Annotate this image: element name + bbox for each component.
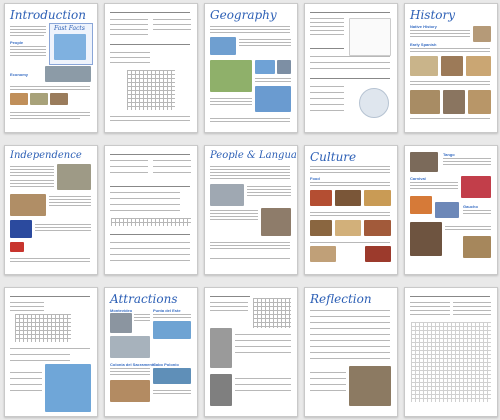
page-independence-questions[interactable]: [104, 145, 198, 275]
food-photo: [310, 246, 336, 262]
page-reflection[interactable]: Reflection: [304, 287, 398, 417]
soccer-player-photo: [45, 364, 91, 412]
page-culture[interactable]: Culture Food: [304, 145, 398, 275]
page-title: Attractions: [110, 292, 178, 306]
page-geography-questions[interactable]: [304, 3, 398, 133]
page-independence[interactable]: Independence: [4, 145, 98, 275]
photo: [463, 236, 491, 258]
page-word-search[interactable]: [404, 287, 498, 417]
word-search-grid[interactable]: [411, 322, 491, 402]
flag-image: [10, 220, 32, 238]
photo: [466, 56, 491, 76]
section-early-spanish-label: Early Spanish: [410, 42, 437, 47]
section-carnival-label: Carnival: [410, 176, 426, 181]
uruguay-map-image: [54, 34, 86, 60]
section-tango-label: Tango: [443, 152, 455, 157]
page-title: History: [410, 8, 456, 22]
photo: [30, 93, 48, 105]
monument-photo: [210, 328, 232, 368]
page-history[interactable]: History Native History Early Spanish: [404, 3, 498, 133]
food-photo: [310, 220, 332, 236]
river-photo: [255, 86, 291, 112]
photo: [410, 90, 440, 114]
city-photo: [110, 313, 132, 333]
building-photo: [57, 164, 91, 190]
photo: [277, 60, 291, 74]
section-people-label: People: [10, 40, 24, 45]
flag-image: [10, 242, 24, 252]
page-attractions-questions[interactable]: [204, 287, 298, 417]
word-scramble-grid[interactable]: [111, 218, 191, 226]
landscape-photo: [210, 60, 252, 92]
photo: [435, 202, 459, 218]
page-title: Introduction: [10, 8, 86, 22]
page-culture-continued[interactable]: Tango Carnival Gaucho: [404, 145, 498, 275]
food-photo: [364, 190, 391, 206]
section-native-history-label: Native History: [410, 24, 437, 29]
food-photo: [310, 190, 332, 206]
city-photo: [45, 66, 91, 82]
map-outline-image: [349, 18, 391, 56]
photo: [255, 60, 275, 74]
globe-image: [359, 88, 389, 118]
page-title: Geography: [210, 8, 277, 22]
street-photo: [110, 380, 150, 402]
painting-photo: [10, 194, 46, 216]
section-cabo-label: Cabo Polonio: [153, 362, 179, 367]
crossword-grid[interactable]: [253, 298, 291, 328]
statue-photo: [210, 374, 232, 406]
fast-facts-box: Fast Facts: [49, 23, 93, 65]
section-food-label: Food: [310, 176, 320, 181]
crossword-grid[interactable]: [15, 314, 71, 342]
page-title: People & Language: [210, 150, 297, 161]
photo: [441, 56, 463, 76]
crossword-grid[interactable]: [127, 70, 175, 110]
photo: [410, 56, 438, 76]
photo: [10, 93, 28, 105]
food-photo: [365, 246, 391, 262]
portrait-photo: [261, 208, 291, 236]
photo: [110, 336, 150, 358]
worksheet-pages-grid: Introduction Fast Facts People Economy G…: [4, 3, 498, 417]
page-introduction[interactable]: Introduction Fast Facts People Economy: [4, 3, 98, 133]
fast-facts-label: Fast Facts: [54, 25, 85, 32]
gaucho-horse-photo: [410, 222, 442, 256]
page-people-questions[interactable]: [4, 287, 98, 417]
carnival-photo: [410, 196, 432, 214]
section-economy-label: Economy: [10, 72, 29, 77]
beach-photo: [153, 321, 191, 339]
page-attractions[interactable]: Attractions Montevideo Punta del Este Co…: [104, 287, 198, 417]
gaucho-photo: [349, 366, 391, 406]
coast-photo: [153, 368, 191, 384]
photo: [50, 93, 68, 105]
section-colonia-label: Colonia del Sacramento: [110, 362, 156, 367]
page-geography[interactable]: Geography: [204, 3, 298, 133]
photo: [443, 90, 465, 114]
page-title: Independence: [10, 150, 82, 161]
section-punta-label: Punta del Este: [153, 308, 181, 313]
page-title: Reflection: [310, 292, 372, 306]
page-people-language[interactable]: People & Language: [204, 145, 298, 275]
section-gaucho-label: Gaucho: [463, 204, 478, 209]
mate-photo: [410, 152, 438, 172]
crowd-photo: [210, 184, 244, 206]
carnival-photo: [461, 176, 491, 198]
photo: [473, 26, 491, 42]
photo: [468, 90, 491, 114]
food-photo: [335, 190, 361, 206]
food-photo: [364, 220, 391, 236]
page-introduction-questions[interactable]: [104, 3, 198, 133]
food-photo: [335, 220, 361, 236]
beach-photo: [210, 37, 236, 55]
page-title: Culture: [310, 150, 357, 164]
